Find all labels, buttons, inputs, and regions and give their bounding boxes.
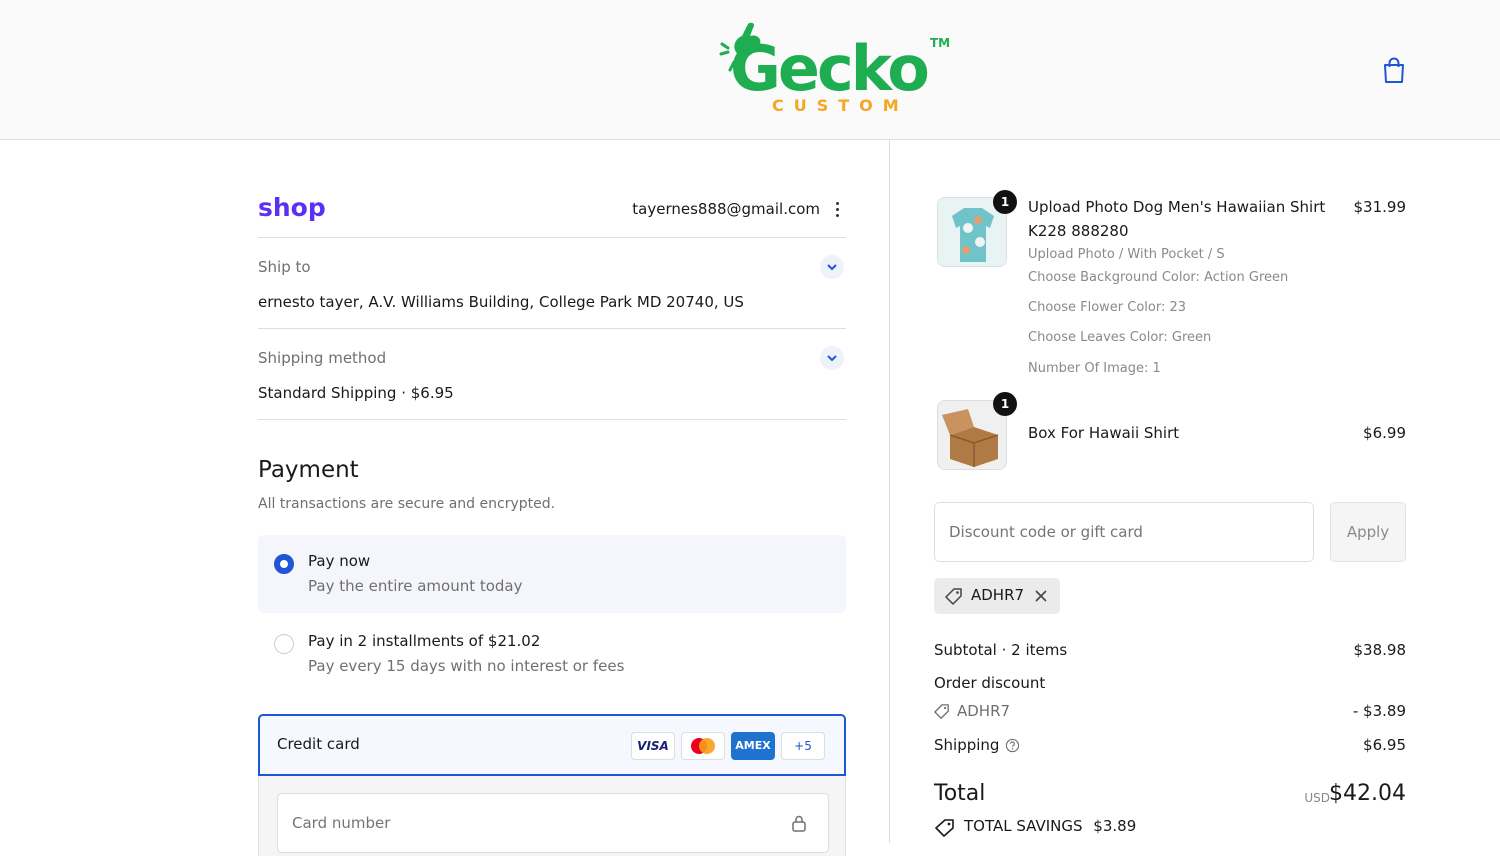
apply-discount-button[interactable]: Apply bbox=[1330, 502, 1406, 562]
divider bbox=[258, 419, 846, 420]
pay-now-radio[interactable] bbox=[274, 554, 294, 574]
kebab-menu-icon[interactable] bbox=[832, 200, 842, 220]
account-email: tayernes888@gmail.com bbox=[632, 200, 820, 218]
item-variant: Choose Leaves Color: Green bbox=[1028, 330, 1212, 345]
shopping-bag-icon bbox=[1384, 57, 1404, 83]
pay-installments-option[interactable]: Pay in 2 installments of $21.02 Pay ever… bbox=[258, 615, 846, 693]
ship-to-toggle[interactable] bbox=[820, 255, 844, 279]
shipping-method-label: Shipping method bbox=[258, 349, 387, 367]
applied-discount-chip: ADHR7 bbox=[934, 578, 1060, 614]
item-name: Upload Photo Dog Men's Hawaiian Shirt K2… bbox=[1028, 198, 1326, 240]
account-row: shop tayernes888@gmail.com bbox=[258, 191, 846, 237]
pay-option-description: Pay the entire amount today bbox=[308, 577, 523, 595]
shipping-method-toggle[interactable] bbox=[820, 346, 844, 370]
item-name: Box For Hawaii Shirt bbox=[1028, 424, 1180, 442]
payment-subtitle: All transactions are secure and encrypte… bbox=[258, 496, 556, 512]
discount-value: - $3.89 bbox=[1352, 702, 1406, 720]
logo-wordmark: Gecko bbox=[730, 32, 930, 105]
cart-button[interactable] bbox=[1378, 54, 1410, 86]
logo-subtitle: CUSTOM bbox=[772, 96, 909, 115]
total-currency: USD bbox=[1304, 791, 1330, 805]
item-price: $6.99 bbox=[1363, 424, 1406, 442]
item-price: $31.99 bbox=[1353, 198, 1407, 216]
item-variant: Choose Flower Color: 23 bbox=[1028, 300, 1187, 315]
applied-discount-code: ADHR7 bbox=[971, 586, 1025, 604]
shipping-label: Shipping bbox=[934, 736, 1000, 754]
quantity-badge: 1 bbox=[993, 392, 1017, 416]
ship-to-label: Ship to bbox=[258, 258, 311, 276]
savings-label: TOTAL SAVINGS bbox=[964, 817, 1083, 835]
gecko-custom-logo[interactable]: Gecko TM CUSTOM bbox=[718, 18, 953, 118]
subtotal-label: Subtotal · 2 items bbox=[934, 641, 1068, 659]
item-variant: Upload Photo / With Pocket / S bbox=[1028, 247, 1225, 262]
savings-value: $3.89 bbox=[1093, 817, 1137, 835]
divider bbox=[258, 328, 846, 329]
pay-option-title: Pay now bbox=[308, 552, 371, 570]
discount-code-input[interactable] bbox=[934, 502, 1314, 562]
shop-pay-logo: shop bbox=[258, 193, 326, 222]
order-discount-label: Order discount bbox=[934, 674, 1046, 692]
tag-icon bbox=[934, 704, 949, 719]
more-cards-badge: +5 bbox=[781, 732, 825, 760]
visa-logo: VISA bbox=[631, 732, 675, 760]
pay-installments-radio[interactable] bbox=[274, 634, 294, 654]
shipping-value: $6.95 bbox=[1363, 736, 1406, 754]
item-variant: Choose Background Color: Action Green bbox=[1028, 270, 1289, 285]
divider bbox=[258, 237, 846, 238]
ship-to-address: ernesto tayer, A.V. Williams Building, C… bbox=[258, 293, 744, 311]
lock-icon bbox=[792, 815, 806, 832]
header: Gecko TM CUSTOM bbox=[0, 0, 1500, 140]
mastercard-logo bbox=[681, 732, 725, 760]
help-circle-icon[interactable] bbox=[1005, 738, 1020, 753]
total-label: Total bbox=[934, 781, 986, 806]
shipping-method-value: Standard Shipping · $6.95 bbox=[258, 384, 454, 402]
pay-now-option[interactable]: Pay now Pay the entire amount today bbox=[258, 535, 846, 613]
credit-card-form bbox=[258, 776, 846, 856]
payment-title: Payment bbox=[258, 457, 359, 483]
credit-card-label: Credit card bbox=[277, 735, 360, 753]
amex-logo: AMEX bbox=[731, 732, 775, 760]
total-amount: $42.04 bbox=[1329, 781, 1406, 806]
card-number-input[interactable] bbox=[277, 793, 829, 853]
discount-code-label: ADHR7 bbox=[957, 702, 1011, 720]
item-variant: Number Of Image: 1 bbox=[1028, 361, 1161, 376]
chevron-down-icon bbox=[827, 355, 837, 362]
logo-trademark: TM bbox=[930, 36, 951, 50]
quantity-badge: 1 bbox=[993, 190, 1017, 214]
chevron-down-icon bbox=[827, 264, 837, 271]
credit-card-option[interactable]: Credit card VISA AMEX +5 bbox=[258, 714, 846, 776]
pay-option-description: Pay every 15 days with no interest or fe… bbox=[308, 657, 625, 675]
tag-icon bbox=[935, 819, 954, 837]
pay-option-title: Pay in 2 installments of $21.02 bbox=[308, 632, 541, 650]
card-logos: VISA AMEX +5 bbox=[631, 732, 827, 760]
remove-discount-icon[interactable] bbox=[1033, 588, 1049, 604]
total-savings-text: TOTAL SAVINGS $3.89 bbox=[964, 817, 1136, 835]
tag-icon bbox=[945, 588, 962, 605]
subtotal-value: $38.98 bbox=[1353, 641, 1407, 659]
